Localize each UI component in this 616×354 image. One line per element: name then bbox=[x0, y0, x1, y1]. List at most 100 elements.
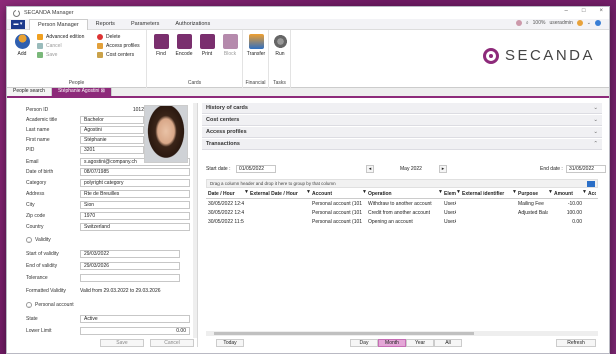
horizontal-scrollbar[interactable] bbox=[206, 331, 598, 336]
delete-icon bbox=[97, 34, 103, 40]
field-value[interactable]: 3201 bbox=[80, 146, 144, 154]
field-label: Zip code bbox=[26, 213, 46, 219]
scroll-thumb[interactable] bbox=[214, 332, 474, 335]
view-month-button[interactable]: Month bbox=[378, 339, 406, 347]
field-value: 1012 bbox=[132, 107, 144, 113]
encode-button[interactable]: Encode bbox=[173, 34, 195, 57]
today-button[interactable]: Today bbox=[216, 339, 244, 347]
column-header[interactable]: Amount bbox=[554, 189, 582, 199]
filter-icon[interactable]: ▼ bbox=[244, 190, 249, 195]
view-day-button[interactable]: Day bbox=[350, 339, 378, 347]
filter-icon[interactable]: ▼ bbox=[582, 190, 587, 195]
delete-button[interactable]: Delete bbox=[97, 34, 120, 40]
field-value[interactable]: Agostini bbox=[80, 126, 144, 134]
tab-people-search[interactable]: People search bbox=[7, 87, 52, 96]
help-icon[interactable] bbox=[595, 20, 601, 26]
field-value[interactable]: polyright category bbox=[80, 179, 190, 187]
table-cell: Credit from another account bbox=[368, 210, 430, 216]
group-by-area[interactable]: Drag a column header and drop it here to… bbox=[206, 179, 598, 188]
lock-icon[interactable] bbox=[576, 20, 583, 26]
view-all-button[interactable]: All bbox=[434, 339, 462, 347]
field-label: Email bbox=[26, 159, 39, 165]
validity-section[interactable]: - Validity bbox=[26, 237, 51, 243]
column-header[interactable]: External Date / Hour bbox=[250, 189, 306, 199]
secanda-logo: SECANDA bbox=[482, 47, 595, 64]
maximize-button[interactable]: □ bbox=[582, 8, 586, 14]
lower-limit-field[interactable]: 0.00 bbox=[80, 327, 190, 335]
field-value[interactable]: Rte de Breuilles bbox=[80, 190, 190, 198]
panel-transactions[interactable]: Transactions ⌃ bbox=[202, 139, 602, 150]
save-button[interactable]: Save bbox=[37, 52, 57, 58]
field-value[interactable]: 08/07/1985 bbox=[80, 168, 190, 176]
cancel-button[interactable]: Cancel bbox=[37, 43, 62, 49]
tab-person-manager[interactable]: Person Manager bbox=[29, 18, 88, 31]
column-header[interactable]: Element bbox=[444, 189, 456, 199]
filter-icon[interactable]: ▼ bbox=[306, 190, 311, 195]
form-scrollbar[interactable] bbox=[193, 103, 197, 338]
prev-month-button[interactable]: ◂ bbox=[366, 165, 374, 173]
table-cell: Personal account (1011) bbox=[312, 210, 362, 216]
form-cancel-button[interactable]: Cancel bbox=[150, 339, 194, 347]
chevron-down-icon: ⌄ bbox=[593, 105, 598, 111]
pencil-icon bbox=[37, 34, 43, 40]
filter-icon[interactable]: ▼ bbox=[438, 190, 443, 195]
refresh-button[interactable]: Refresh bbox=[556, 339, 596, 347]
personal-account-section[interactable]: - Personal account bbox=[26, 302, 74, 308]
filter-icon[interactable]: ▼ bbox=[512, 190, 517, 195]
tolerance-field[interactable] bbox=[80, 274, 180, 282]
start-date-input[interactable]: 01/05/2022 bbox=[236, 165, 276, 173]
grid-header: Date / Hour ▼ External Date / Hour ▼ Account… bbox=[206, 189, 598, 199]
minimize-button[interactable]: – bbox=[565, 8, 568, 14]
table-row[interactable]: 30/05/2022 12:49:40 Personal account (101… bbox=[206, 200, 598, 209]
panel-cost-centers[interactable]: Cost centers ⌄ bbox=[202, 115, 602, 126]
panel-history-of-cards[interactable]: History of cards ⌄ bbox=[202, 103, 602, 114]
field-value[interactable]: Stéphanie bbox=[80, 136, 144, 144]
table-row[interactable]: 30/05/2022 11:54:31 Personal account (101… bbox=[206, 218, 598, 227]
column-header[interactable]: Account bbox=[312, 189, 362, 199]
transfer-button[interactable]: Transfer bbox=[245, 34, 267, 57]
tolerance-row: Tolerance bbox=[20, 273, 192, 283]
find-card-icon bbox=[153, 34, 169, 49]
close-button[interactable]: × bbox=[599, 8, 603, 14]
chevron-down-icon[interactable]: ⌄ bbox=[587, 20, 591, 26]
end-date-input[interactable]: 31/05/2022 bbox=[566, 165, 606, 173]
field-value[interactable]: 1970 bbox=[80, 212, 190, 220]
tab-person-detail[interactable]: Stéphanie Agostini ⊠ bbox=[51, 87, 112, 96]
filter-icon[interactable]: ▼ bbox=[548, 190, 553, 195]
next-month-button[interactable]: ▸ bbox=[439, 165, 447, 173]
filter-icon[interactable]: ▼ bbox=[456, 190, 461, 195]
field-label: Category bbox=[26, 180, 47, 186]
start-validity-field[interactable]: 29/03/2022 bbox=[80, 250, 180, 258]
file-menu-button[interactable]: ▬ ▾ bbox=[11, 19, 25, 29]
state-select[interactable]: Active bbox=[80, 315, 190, 323]
export-excel-icon[interactable] bbox=[587, 181, 595, 187]
tab-reports[interactable]: Reports bbox=[88, 19, 123, 30]
block-button[interactable]: Block bbox=[219, 34, 241, 57]
panel-access-profiles[interactable]: Access profiles ⌄ bbox=[202, 127, 602, 138]
column-header[interactable]: Operation bbox=[368, 189, 438, 199]
view-year-button[interactable]: Year bbox=[406, 339, 434, 347]
search-icon[interactable]: ⌕ bbox=[526, 20, 529, 26]
field-value[interactable]: Bachelor bbox=[80, 116, 144, 124]
print-button[interactable]: Print bbox=[196, 34, 218, 57]
filter-icon[interactable]: ▼ bbox=[362, 190, 367, 195]
access-profiles-button[interactable]: Access profiles bbox=[97, 43, 140, 49]
cost-centers-button[interactable]: Cost centers bbox=[97, 52, 134, 58]
form-save-button[interactable]: Save bbox=[100, 339, 144, 347]
collapse-icon: - bbox=[26, 237, 32, 243]
column-header[interactable]: Purpose bbox=[518, 189, 548, 199]
advanced-edition-button[interactable]: Advanced edition bbox=[37, 34, 84, 40]
table-row[interactable]: 30/05/2022 12:49:34 Personal account (101… bbox=[206, 209, 598, 218]
tab-parameters[interactable]: Parameters bbox=[123, 19, 167, 30]
column-header[interactable]: Date / Hour bbox=[208, 189, 244, 199]
run-button[interactable]: Run bbox=[269, 34, 291, 57]
field-value[interactable]: Switzerland bbox=[80, 223, 190, 231]
column-header[interactable]: Accou bbox=[588, 189, 596, 199]
column-header[interactable]: External identifier bbox=[462, 189, 512, 199]
find-button[interactable]: Find bbox=[150, 34, 172, 57]
field-value[interactable]: Sion bbox=[80, 201, 190, 209]
print-card-icon bbox=[199, 34, 215, 49]
add-button[interactable]: Add bbox=[11, 34, 33, 57]
tab-authorizations[interactable]: Authorizations bbox=[167, 19, 218, 30]
end-validity-field[interactable]: 29/03/2026 bbox=[80, 262, 180, 270]
